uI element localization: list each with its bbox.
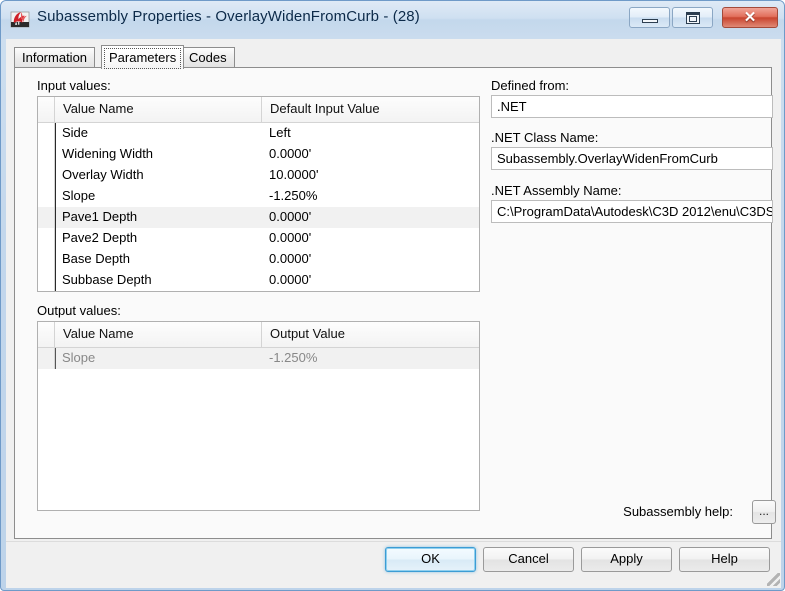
tab-information-label: Information — [22, 50, 88, 65]
maximize-icon-inner — [689, 16, 697, 22]
net-assembly-name-label: .NET Assembly Name: — [491, 183, 622, 198]
ok-button[interactable]: OK — [385, 547, 476, 572]
cell-value[interactable]: -1.250% — [262, 186, 479, 207]
minimize-button[interactable] — [629, 7, 670, 28]
cell-value[interactable]: -1.250% — [262, 348, 479, 369]
input-col-default-input-value[interactable]: Default Input Value — [262, 97, 479, 122]
input-values-label: Input values: — [37, 78, 111, 93]
tab-information[interactable]: Information — [14, 47, 96, 68]
dialog-client-area: Information Parameters Codes Input value… — [6, 39, 781, 549]
input-grid-header: Value Name Default Input Value — [38, 97, 479, 123]
resize-grip-icon[interactable] — [767, 573, 780, 586]
table-row[interactable]: Subbase Depth 0.0000' — [38, 270, 479, 291]
output-grid-body: Slope -1.250% — [38, 348, 479, 369]
tab-codes[interactable]: Codes — [181, 47, 235, 68]
tab-codes-label: Codes — [189, 50, 227, 65]
row-gutter[interactable] — [38, 144, 55, 165]
table-row[interactable]: Slope -1.250% — [38, 186, 479, 207]
table-row[interactable]: Pave1 Depth 0.0000' — [38, 207, 479, 228]
close-button[interactable]: ✕ — [722, 7, 778, 28]
table-row[interactable]: Widening Width 0.0000' — [38, 144, 479, 165]
defined-from-field[interactable]: .NET — [491, 95, 773, 118]
parameters-tab-panel: Input values: Value Name Default Input V… — [14, 67, 776, 539]
net-class-name-label: .NET Class Name: — [491, 130, 599, 145]
cell-value-name[interactable]: Base Depth — [55, 249, 262, 270]
cell-value[interactable]: 0.0000' — [262, 228, 479, 249]
input-values-grid[interactable]: Value Name Default Input Value Side Left W… — [37, 96, 480, 292]
cell-value-name[interactable]: Subbase Depth — [55, 270, 262, 291]
cell-value[interactable]: 10.0000' — [262, 165, 479, 186]
row-gutter[interactable] — [38, 348, 55, 369]
tab-parameters[interactable]: Parameters — [101, 45, 185, 69]
tab-strip: Information Parameters Codes — [14, 45, 774, 69]
row-gutter[interactable] — [38, 207, 55, 228]
row-gutter[interactable] — [38, 123, 55, 144]
cell-value[interactable]: 0.0000' — [262, 270, 479, 291]
cell-value-name[interactable]: Pave1 Depth — [55, 207, 262, 228]
table-row[interactable]: Side Left — [38, 123, 479, 144]
cell-value-name[interactable]: Widening Width — [55, 144, 262, 165]
minimize-icon — [642, 19, 658, 23]
cell-value-name[interactable]: Slope — [55, 348, 262, 369]
row-gutter[interactable] — [38, 186, 55, 207]
maximize-button[interactable] — [672, 7, 713, 28]
input-col-value-name[interactable]: Value Name — [55, 97, 262, 122]
title-bar[interactable]: Subassembly Properties - OverlayWidenFro… — [1, 1, 784, 39]
output-values-label: Output values: — [37, 303, 121, 318]
window-title: Subassembly Properties - OverlayWidenFro… — [37, 8, 420, 25]
row-gutter[interactable] — [38, 228, 55, 249]
table-row[interactable]: Pave2 Depth 0.0000' — [38, 228, 479, 249]
output-grid-header: Value Name Output Value — [38, 322, 479, 348]
table-row[interactable]: Overlay Width 10.0000' — [38, 165, 479, 186]
input-grid-body: Side Left Widening Width 0.0000' Overlay Wid… — [38, 123, 479, 291]
cell-value[interactable]: 0.0000' — [262, 144, 479, 165]
output-values-grid[interactable]: Value Name Output Value Slope -1.250% — [37, 321, 480, 511]
net-class-name-field[interactable]: Subassembly.OverlayWidenFromCurb — [491, 147, 773, 170]
cell-value[interactable]: 0.0000' — [262, 207, 479, 228]
table-row[interactable]: Base Depth 0.0000' — [38, 249, 479, 270]
close-icon: ✕ — [743, 9, 757, 26]
dialog-button-bar: OK Cancel Apply Help — [6, 541, 781, 588]
row-gutter-header — [38, 97, 55, 122]
cell-value-name[interactable]: Slope — [55, 186, 262, 207]
row-gutter[interactable] — [38, 165, 55, 186]
cancel-button[interactable]: Cancel — [483, 547, 574, 572]
output-col-value-name[interactable]: Value Name — [55, 322, 262, 347]
tab-parameters-label: Parameters — [109, 50, 177, 65]
table-row[interactable]: Slope -1.250% — [38, 348, 479, 369]
apply-button[interactable]: Apply — [581, 547, 672, 572]
autocad-subassembly-icon — [10, 11, 30, 28]
subassembly-help-label: Subassembly help: — [623, 504, 733, 519]
cell-value[interactable]: 0.0000' — [262, 249, 479, 270]
cell-value[interactable]: Left — [262, 123, 479, 144]
output-col-output-value[interactable]: Output Value — [262, 322, 479, 347]
subassembly-properties-dialog: Subassembly Properties - OverlayWidenFro… — [0, 0, 785, 591]
row-gutter[interactable] — [38, 270, 55, 291]
cell-value-name[interactable]: Side — [55, 123, 262, 144]
cell-value-name[interactable]: Pave2 Depth — [55, 228, 262, 249]
cell-value-name[interactable]: Overlay Width — [55, 165, 262, 186]
row-gutter[interactable] — [38, 249, 55, 270]
defined-from-label: Defined from: — [491, 78, 570, 93]
net-assembly-name-field[interactable]: C:\ProgramData\Autodesk\C3D 2012\enu\C3D… — [491, 200, 773, 223]
row-gutter-header — [38, 322, 55, 347]
subassembly-help-browse-button[interactable]: ... — [752, 500, 776, 524]
help-button[interactable]: Help — [679, 547, 770, 572]
